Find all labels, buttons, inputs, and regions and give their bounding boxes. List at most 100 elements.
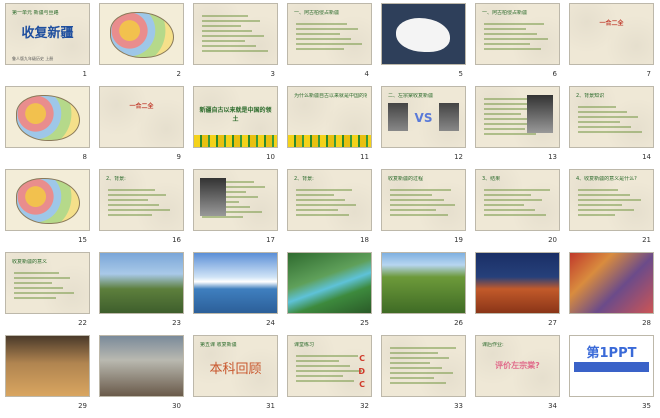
slide-thumbnail-cell[interactable]: 第一单元 新疆与丝路 收复新疆 鲁人版九年级历史 上册 1 xyxy=(2,3,97,86)
slide-thumbnail[interactable] xyxy=(475,252,560,314)
slide-thumbnail[interactable]: 2、背景: xyxy=(287,169,372,231)
slide-thumbnail[interactable] xyxy=(569,252,654,314)
slide-thumbnail-cell[interactable]: 4、收复新疆的意义是什么? 21 xyxy=(566,169,660,252)
slide-thumbnail-cell[interactable]: 一、阿古柏侵占新疆 6 xyxy=(472,3,567,86)
slide-thumbnail[interactable] xyxy=(381,3,466,65)
slide-thumbnail-cell[interactable]: 17 xyxy=(190,169,285,252)
slide-thumbnail[interactable]: 4、收复新疆的意义是什么? xyxy=(569,169,654,231)
slide-thumbnail-cell[interactable]: 3 xyxy=(190,3,285,86)
slide-number: 14 xyxy=(642,153,651,161)
slide-title: 二、左宗棠收复新疆 xyxy=(388,93,434,99)
slide-thumbnail-cell[interactable]: 24 xyxy=(190,252,285,335)
slide-number: 2 xyxy=(176,70,181,78)
slide-thumbnail[interactable]: 2、背景: xyxy=(99,169,184,231)
slide-body-text-lines xyxy=(108,186,175,219)
slide-thumbnail-cell[interactable]: 收复新疆的意义 22 xyxy=(2,252,97,335)
slide-thumbnail[interactable]: 课堂练习 C D C xyxy=(287,335,372,397)
slide-thumbnail-cell[interactable]: 30 xyxy=(96,335,191,418)
slide-thumbnail[interactable] xyxy=(193,169,278,231)
slide-thumbnail-cell[interactable]: 5 xyxy=(378,3,473,86)
slide-thumbnail-cell[interactable]: 23 xyxy=(96,252,191,335)
slide-thumbnail[interactable]: 收复新疆的意义 xyxy=(5,252,90,314)
slide-number: 23 xyxy=(172,319,181,327)
slide-thumbnail-cell[interactable]: 二、左宗棠收复新疆 VS 12 xyxy=(378,86,473,169)
slide-thumbnail-cell[interactable]: 29 xyxy=(2,335,97,418)
slide-number: 8 xyxy=(82,153,87,161)
slide-thumbnail-cell[interactable]: 课堂练习 C D C 32 xyxy=(284,335,379,418)
slide-thumbnail-cell[interactable]: 课后作业: 评价左宗棠? 34 xyxy=(472,335,567,418)
slide-thumbnail[interactable] xyxy=(381,335,466,397)
slide-thumbnail-cell[interactable]: 33 xyxy=(378,335,473,418)
slide-thumbnail-cell[interactable]: 26 xyxy=(378,252,473,335)
portrait-photo xyxy=(527,95,553,133)
slide-thumbnail-cell[interactable]: 一合二全 9 xyxy=(96,86,191,169)
slide-thumbnail-cell[interactable]: 13 xyxy=(472,86,567,169)
slide-number: 7 xyxy=(646,70,651,78)
slide-thumbnail[interactable] xyxy=(193,252,278,314)
slide-thumbnail[interactable]: 2、背景知识 xyxy=(569,86,654,148)
slide-thumbnail-cell[interactable]: 新疆自古以来就是中国的领土 10 xyxy=(190,86,285,169)
slide-body-text-lines xyxy=(202,12,269,55)
slide-main-text: 本科回顾 xyxy=(209,362,262,377)
slide-thumbnail[interactable]: 收复新疆的过程 xyxy=(381,169,466,231)
slide-thumbnail[interactable] xyxy=(475,86,560,148)
slide-thumbnail[interactable] xyxy=(381,252,466,314)
slide-thumbnail-cell[interactable]: 2、背景: 16 xyxy=(96,169,191,252)
slide-number: 22 xyxy=(78,319,87,327)
slide-thumbnail[interactable] xyxy=(5,335,90,397)
slide-subtitle: 鲁人版九年级历史 上册 xyxy=(12,56,54,61)
slide-thumbnail[interactable]: 为什么新疆自古以来就是中国的领土? xyxy=(287,86,372,148)
slide-thumbnail[interactable]: 第1PPT xyxy=(569,335,654,397)
slide-thumbnail[interactable] xyxy=(99,3,184,65)
slide-thumbnail-cell[interactable]: 2 xyxy=(96,3,191,86)
slide-thumbnail[interactable] xyxy=(5,86,90,148)
slide-thumbnail-cell[interactable]: 一合二全 7 xyxy=(566,3,660,86)
slide-number: 3 xyxy=(270,70,275,78)
slide-thumbnail[interactable]: 二、左宗棠收复新疆 VS xyxy=(381,86,466,148)
slide-thumbnail-cell[interactable]: 2、背景: 18 xyxy=(284,169,379,252)
slide-thumbnail-cell[interactable]: 为什么新疆自古以来就是中国的领土? 11 xyxy=(284,86,379,169)
slide-thumbnail-cell[interactable]: 一、阿古柏侵占新疆 4 xyxy=(284,3,379,86)
slide-thumbnail-cell[interactable]: 28 xyxy=(566,252,660,335)
slide-thumbnail[interactable]: 一、阿古柏侵占新疆 xyxy=(475,3,560,65)
slide-thumbnail-cell[interactable]: 15 xyxy=(2,169,97,252)
slide-title: 2、背景知识 xyxy=(576,93,605,99)
slide-body-text-lines xyxy=(14,269,81,302)
slide-title: 收复新疆的过程 xyxy=(388,176,424,182)
slide-thumbnail[interactable]: 一合二全 xyxy=(569,3,654,65)
slide-main-text: 一合二全 xyxy=(599,20,624,27)
slide-thumbnail[interactable] xyxy=(99,335,184,397)
slide-thumbnail-cell[interactable]: 3、结果 20 xyxy=(472,169,567,252)
slide-thumbnail[interactable] xyxy=(5,169,90,231)
slide-number: 19 xyxy=(454,236,463,244)
slide-thumbnail-cell[interactable]: 收复新疆的过程 19 xyxy=(378,169,473,252)
slide-number: 6 xyxy=(552,70,557,78)
slide-thumbnail[interactable] xyxy=(99,252,184,314)
slide-body-text-lines xyxy=(484,186,551,219)
slide-body-text-lines xyxy=(578,186,645,219)
slide-title: 收复新疆的意义 xyxy=(12,259,48,265)
slide-thumbnail-cell[interactable]: 第五课 收复新疆 本科回顾 31 xyxy=(190,335,285,418)
slide-number: 25 xyxy=(360,319,369,327)
portrait-photo xyxy=(388,103,408,131)
slide-thumbnail[interactable]: 一合二全 xyxy=(99,86,184,148)
slide-thumbnail-cell[interactable]: 2、背景知识 14 xyxy=(566,86,660,169)
slide-thumbnail-cell[interactable]: 8 xyxy=(2,86,97,169)
slide-thumbnail[interactable]: 第一单元 新疆与丝路 收复新疆 鲁人版九年级历史 上册 xyxy=(5,3,90,65)
slide-body-text-lines xyxy=(578,103,645,136)
slide-number: 26 xyxy=(454,319,463,327)
slide-thumbnail[interactable] xyxy=(287,252,372,314)
slide-thumbnail[interactable]: 一、阿古柏侵占新疆 xyxy=(287,3,372,65)
slide-thumbnail[interactable]: 课后作业: 评价左宗棠? xyxy=(475,335,560,397)
slide-body-text-lines xyxy=(390,186,457,219)
slide-body-text-lines xyxy=(484,20,551,53)
slide-thumbnail[interactable]: 新疆自古以来就是中国的领土 xyxy=(193,86,278,148)
slide-number: 9 xyxy=(176,153,181,161)
slide-thumbnail[interactable]: 第五课 收复新疆 本科回顾 xyxy=(193,335,278,397)
slide-thumbnail-cell[interactable]: 27 xyxy=(472,252,567,335)
slide-thumbnail-cell[interactable]: 第1PPT 35 xyxy=(566,335,660,418)
slide-thumbnail[interactable]: 3、结果 xyxy=(475,169,560,231)
slide-thumbnail-cell[interactable]: 25 xyxy=(284,252,379,335)
slide-thumbnail[interactable] xyxy=(193,3,278,65)
slide-number: 16 xyxy=(172,236,181,244)
